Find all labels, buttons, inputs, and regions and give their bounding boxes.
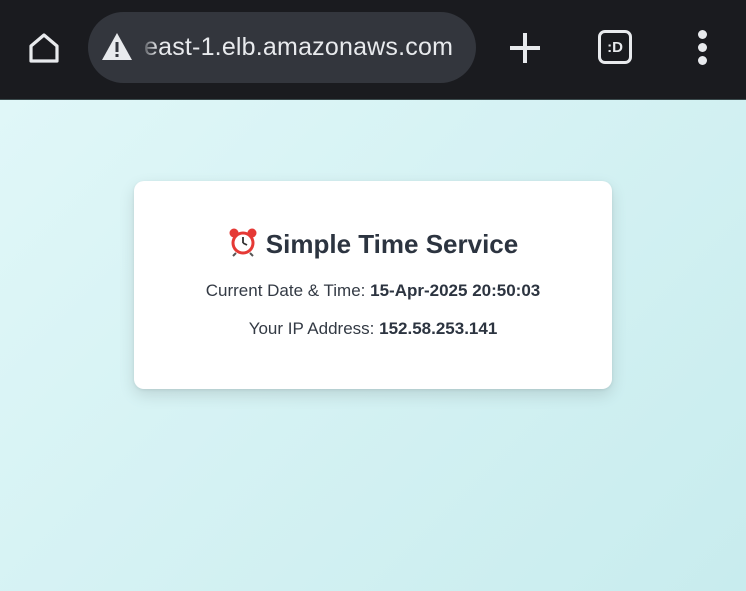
new-tab-icon[interactable] [504, 27, 546, 69]
home-icon [29, 33, 59, 63]
page-content: Simple Time Service Current Date & Time:… [0, 100, 746, 591]
url-text[interactable]: east-1.elb.amazonaws.com [144, 33, 453, 62]
warning-icon[interactable] [100, 30, 134, 64]
datetime-label: Current Date & Time: [205, 281, 366, 300]
datetime-value: 15-Apr-2025 20:50:03 [370, 281, 541, 300]
title-text: Simple Time Service [265, 229, 519, 259]
url-fade [140, 22, 158, 72]
address-bar[interactable]: east-1.elb.amazonaws.com [88, 12, 476, 83]
more-menu-icon[interactable] [690, 28, 716, 68]
ip-label: Your IP Address: [248, 319, 375, 338]
tab-switcher-button[interactable]: :D [598, 30, 632, 64]
home-button[interactable] [22, 28, 66, 68]
card-title: Simple Time Service [134, 227, 612, 260]
info-card: Simple Time Service Current Date & Time:… [134, 181, 612, 389]
ip-value: 152.58.253.141 [379, 319, 498, 338]
alarm-clock-icon [229, 228, 257, 257]
datetime-line: Current Date & Time: 15-Apr-2025 20:50:0… [134, 281, 612, 301]
ip-line: Your IP Address: 152.58.253.141 [134, 319, 612, 339]
browser-toolbar: east-1.elb.amazonaws.com :D [0, 0, 746, 99]
